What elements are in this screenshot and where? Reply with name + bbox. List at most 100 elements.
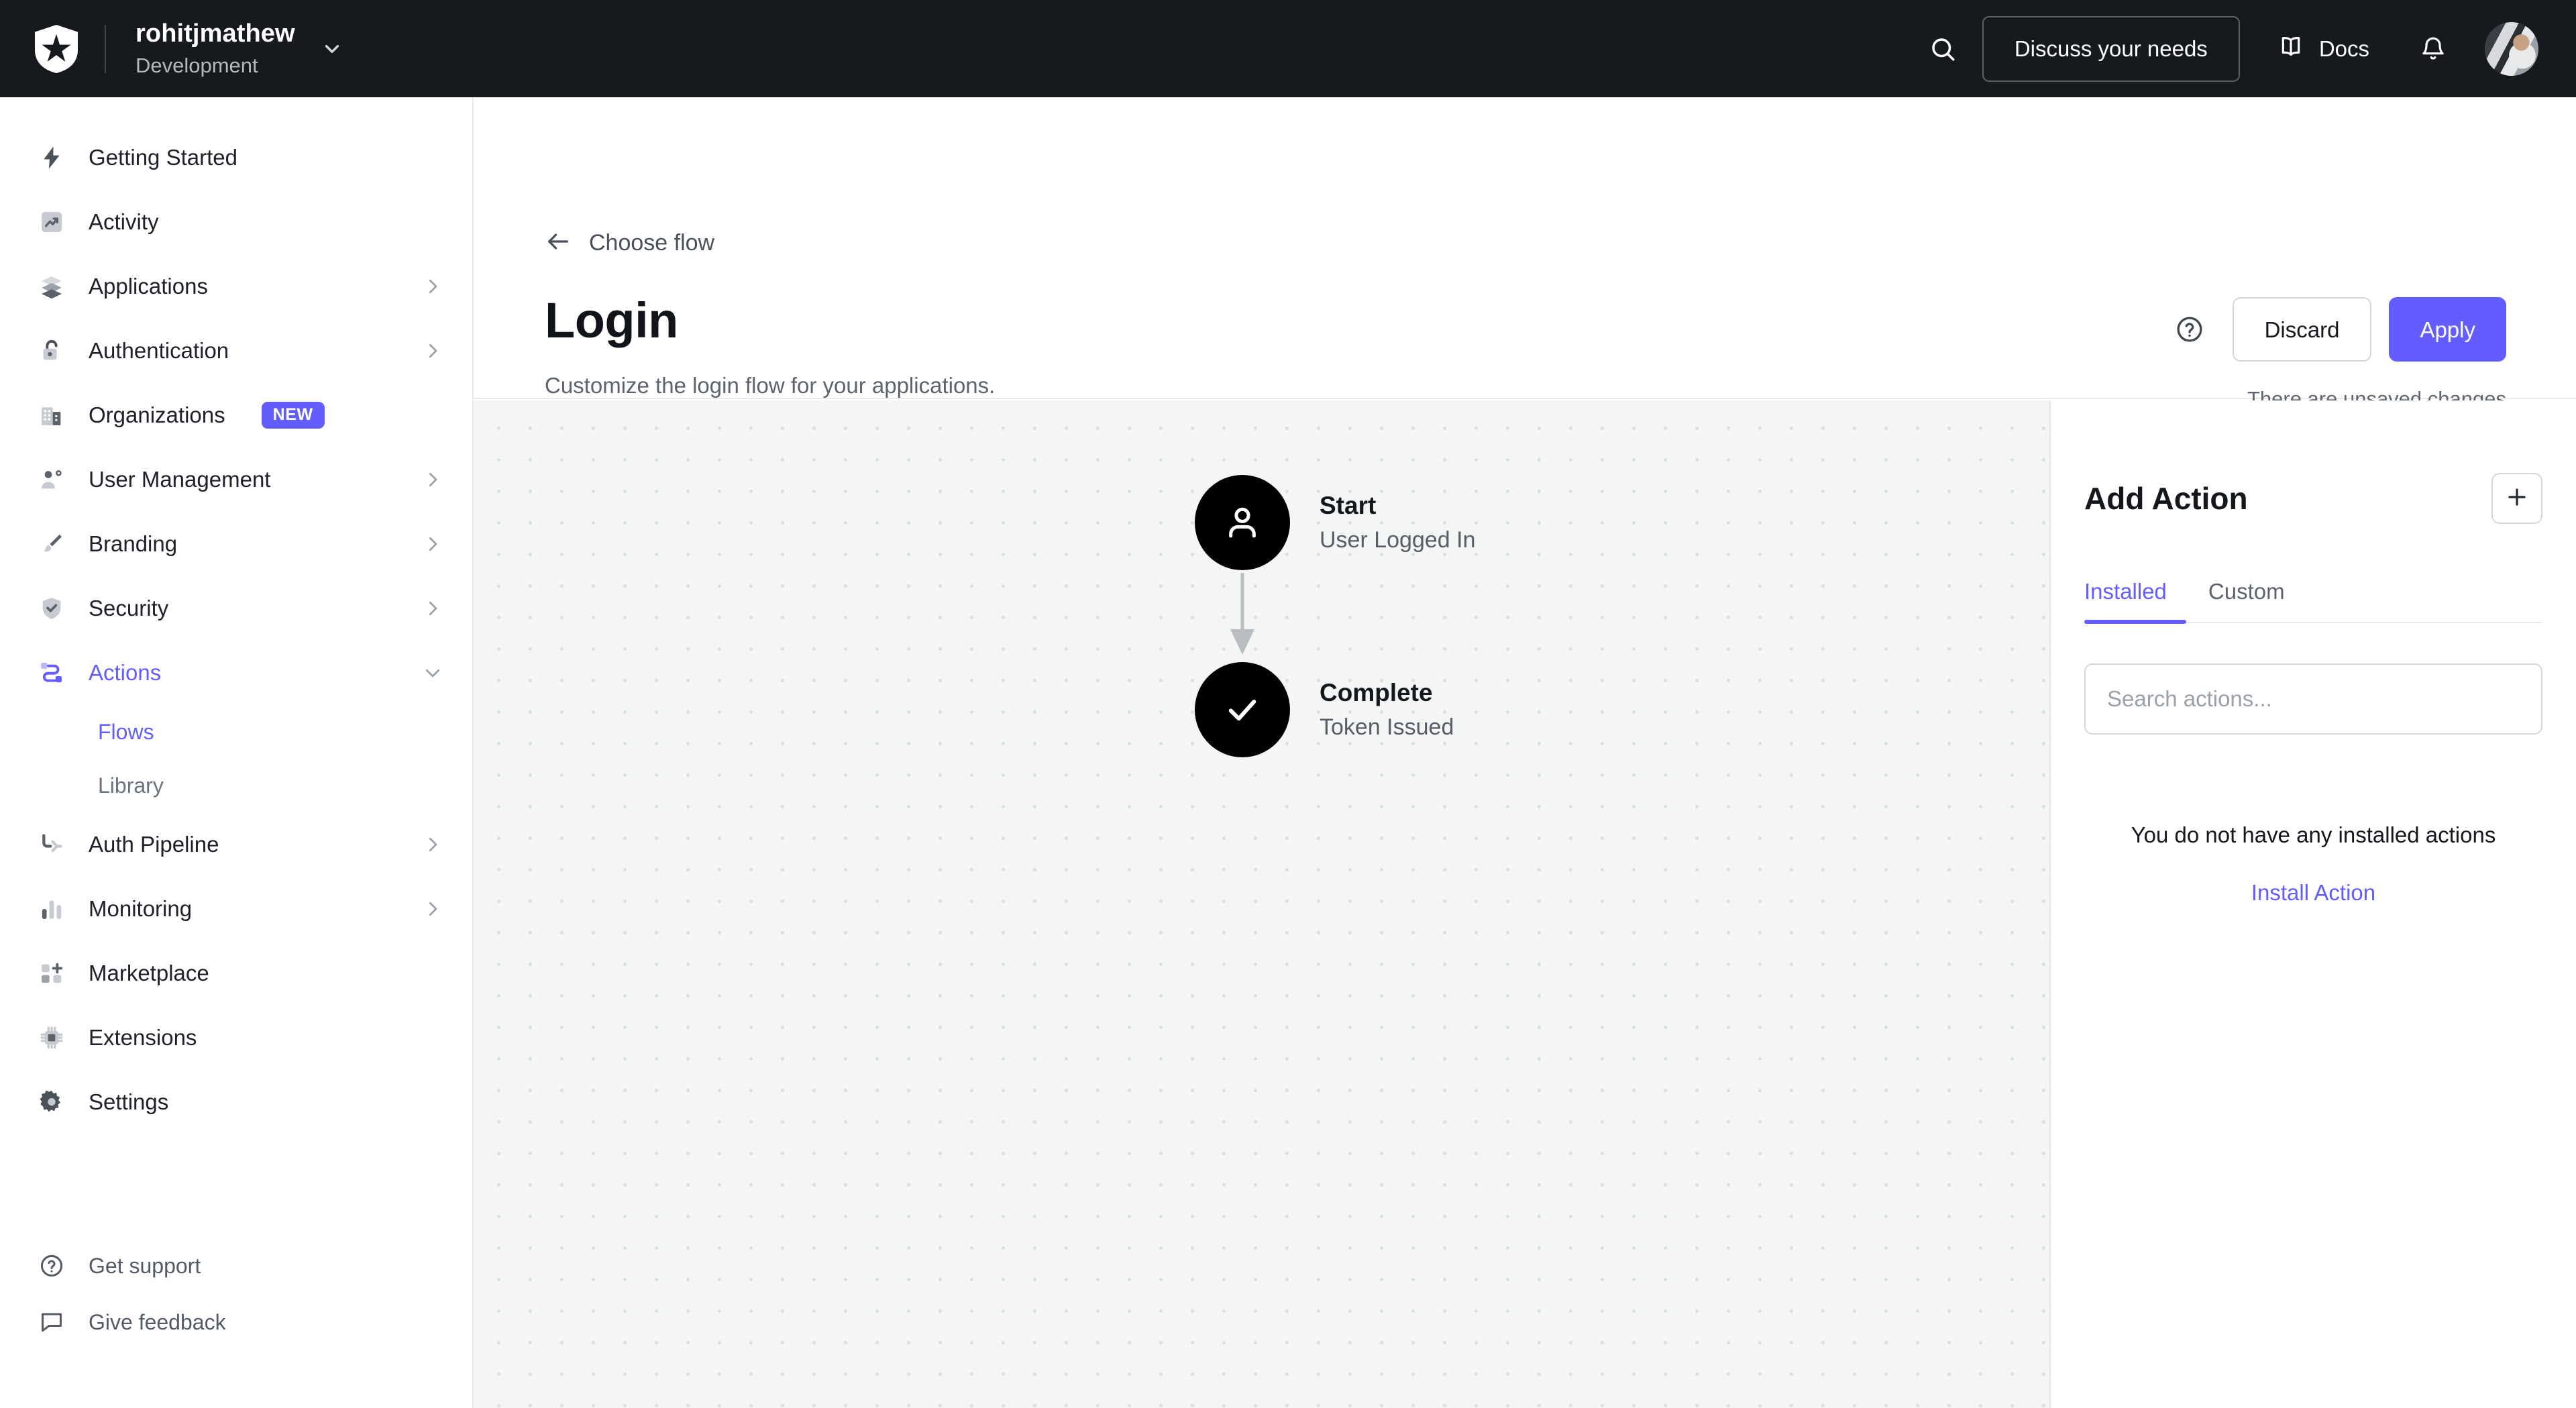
empty-state: You do not have any installed actions In… (2084, 819, 2542, 906)
auth0-shield-logo[interactable] (27, 19, 86, 78)
sidebar-item-applications[interactable]: Applications (0, 254, 472, 319)
sidebar-item-activity[interactable]: Activity (0, 190, 472, 254)
sidebar-item-label: Auth Pipeline (89, 832, 219, 857)
sidebar-item-label: Get support (89, 1253, 201, 1278)
sidebar-item-label: Actions (89, 660, 162, 685)
flow-connector-arrow (1195, 570, 1290, 662)
flow-diagram: Start User Logged In Complete Token Issu… (1195, 475, 1476, 757)
chevron-right-icon (423, 534, 443, 554)
docs-label: Docs (2318, 36, 2369, 61)
flow-node-text: Start User Logged In (1320, 490, 1476, 555)
sidebar-item-label: Branding (89, 531, 178, 556)
sidebar-item-label: Marketplace (89, 961, 209, 985)
tab-installed[interactable]: Installed (2084, 579, 2167, 622)
sidebar-item-label: Getting Started (89, 145, 237, 170)
tenant-environment: Development (136, 53, 258, 77)
user-avatar[interactable] (2485, 21, 2538, 76)
building-icon (36, 400, 67, 431)
sidebar-item-security[interactable]: Security (0, 576, 472, 641)
sidebar-item-label: Organizations (89, 402, 225, 427)
sidebar-subitem-label: Library (98, 773, 164, 798)
actions-flow-icon (36, 657, 67, 688)
header-actions: Discard Apply (2175, 297, 2506, 362)
flow-node-title: Complete (1320, 678, 1433, 706)
breadcrumb-choose-flow[interactable]: Choose flow (545, 228, 714, 258)
sidebar-item-actions[interactable]: Actions (0, 641, 472, 705)
pipeline-icon (36, 829, 67, 860)
layers-icon (36, 271, 67, 302)
sidebar-navigation: Getting Started Activity Applications Au… (0, 97, 474, 1408)
sidebar-item-getting-started[interactable]: Getting Started (0, 125, 472, 190)
sidebar-item-marketplace[interactable]: Marketplace (0, 941, 472, 1006)
plus-icon (2504, 484, 2530, 513)
sidebar-item-label: User Management (89, 467, 271, 492)
sidebar-bottom-nav: Get support Give feedback (0, 1238, 472, 1408)
add-action-button[interactable] (2491, 473, 2542, 524)
flow-node-start[interactable]: Start User Logged In (1195, 475, 1476, 570)
topbar-actions: Discuss your needs Docs (1914, 15, 2538, 82)
breadcrumb-label: Choose flow (589, 230, 715, 256)
search-icon[interactable] (1914, 20, 1972, 78)
bell-icon[interactable] (2404, 20, 2462, 78)
discard-button[interactable]: Discard (2232, 297, 2372, 362)
sidebar-item-branding[interactable]: Branding (0, 512, 472, 576)
flow-node-text: Complete Token Issued (1320, 678, 1454, 742)
flow-node-title: Start (1320, 491, 1377, 519)
empty-state-message: You do not have any installed actions (2131, 822, 2496, 847)
add-action-panel: Add Action Installed Custom Search actio… (2049, 400, 2576, 1408)
install-action-link[interactable]: Install Action (2084, 880, 2542, 906)
sidebar-item-monitoring[interactable]: Monitoring (0, 877, 472, 941)
question-circle-icon[interactable] (2175, 315, 2204, 344)
sidebar-item-settings[interactable]: Settings (0, 1070, 472, 1134)
flow-node-subtitle: User Logged In (1320, 527, 1476, 553)
sidebar-item-auth-pipeline[interactable]: Auth Pipeline (0, 812, 472, 877)
check-icon (1195, 662, 1290, 757)
flow-node-complete[interactable]: Complete Token Issued (1195, 662, 1476, 757)
page-header: Choose flow Login Customize the login fl… (474, 97, 2576, 411)
chevron-down-icon[interactable] (321, 38, 343, 60)
sidebar-subitem-label: Flows (98, 719, 154, 744)
shield-check-icon (36, 593, 67, 624)
bar-chart-icon (36, 893, 67, 924)
sidebar-item-extensions[interactable]: Extensions (0, 1006, 472, 1070)
search-placeholder: Search actions... (2107, 686, 2272, 711)
discuss-your-needs-button[interactable]: Discuss your needs (1982, 15, 2240, 82)
panel-header: Add Action (2084, 400, 2542, 524)
grid-plus-icon (36, 958, 67, 989)
flow-canvas[interactable]: Start User Logged In Complete Token Issu… (474, 400, 2049, 1408)
user-gear-icon (36, 464, 67, 495)
book-icon (2277, 33, 2304, 65)
sidebar-item-organizations[interactable]: Organizations NEW (0, 383, 472, 447)
page-subtitle: Customize the login flow for your applic… (545, 373, 996, 398)
chevron-right-icon (423, 470, 443, 490)
sidebar-item-get-support[interactable]: Get support (0, 1238, 472, 1294)
sidebar-item-authentication[interactable]: Authentication (0, 319, 472, 383)
sidebar-item-label: Extensions (89, 1025, 197, 1050)
panel-title: Add Action (2084, 481, 2248, 516)
sidebar-item-give-feedback[interactable]: Give feedback (0, 1294, 472, 1350)
docs-link[interactable]: Docs (2257, 20, 2390, 78)
question-circle-icon (36, 1250, 67, 1281)
search-actions-input[interactable]: Search actions... (2084, 663, 2542, 735)
panel-tabs: Installed Custom (2084, 579, 2542, 623)
page-title: Login (545, 292, 678, 348)
speech-bubble-icon (36, 1307, 67, 1338)
gear-icon (36, 1087, 67, 1118)
sidebar-subitem-flows[interactable]: Flows (0, 705, 472, 759)
apply-button[interactable]: Apply (2389, 297, 2506, 362)
chevron-right-icon (423, 341, 443, 361)
tenant-selector[interactable]: rohitjmathew Development (136, 18, 295, 78)
sidebar-item-label: Activity (89, 209, 159, 234)
arrow-down-icon (1224, 570, 1261, 662)
lightning-bolt-icon (36, 142, 67, 173)
person-icon (1195, 475, 1290, 570)
sidebar-item-user-management[interactable]: User Management (0, 447, 472, 512)
app-root: rohitjmathew Development Discuss your ne… (0, 0, 2576, 1408)
sidebar-item-label: Monitoring (89, 896, 193, 921)
tab-custom[interactable]: Custom (2208, 579, 2285, 622)
sidebar-main-nav: Getting Started Activity Applications Au… (0, 97, 472, 1134)
chevron-right-icon (423, 899, 443, 919)
chip-icon (36, 1022, 67, 1053)
sidebar-subitem-library[interactable]: Library (0, 759, 472, 812)
arrow-left-icon (545, 228, 572, 258)
